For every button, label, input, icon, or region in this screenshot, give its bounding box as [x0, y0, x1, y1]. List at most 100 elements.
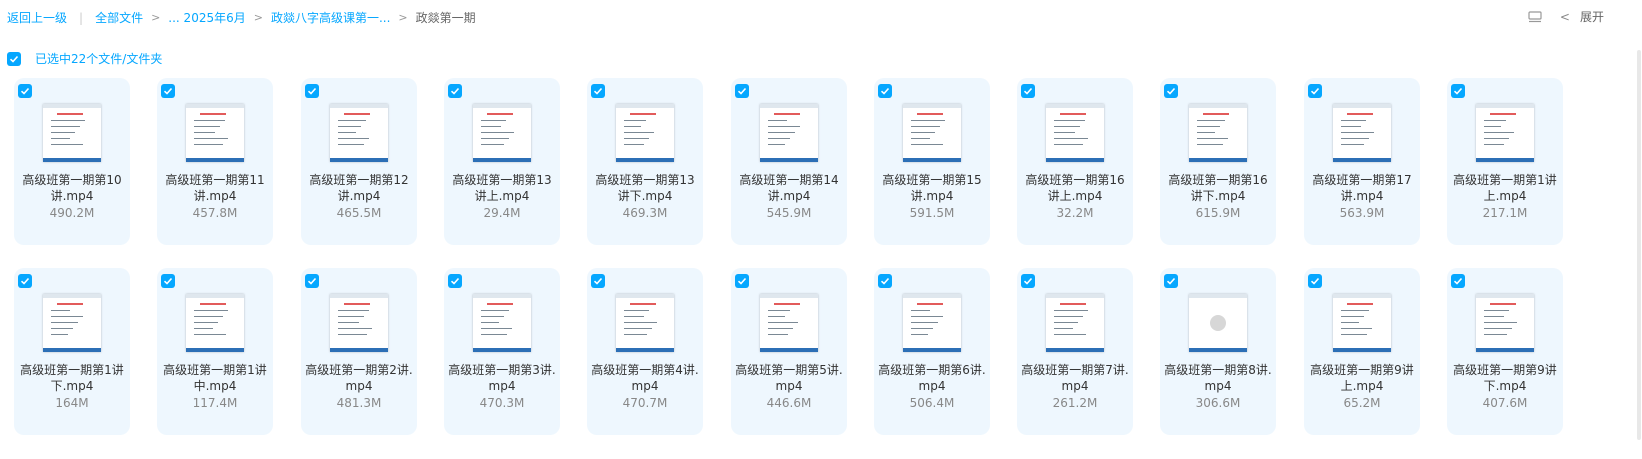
chevron-left-icon[interactable]: <: [1560, 10, 1570, 24]
file-card[interactable]: 高级班第一期第3讲.mp4 470.3M: [444, 268, 560, 435]
check-icon: [163, 87, 173, 95]
file-card[interactable]: 高级班第一期第4讲.mp4 470.7M: [587, 268, 703, 435]
file-size: 545.9M: [766, 206, 812, 220]
video-thumbnail[interactable]: [43, 104, 101, 162]
file-size: 446.6M: [766, 396, 812, 410]
video-thumbnail[interactable]: [1046, 104, 1104, 162]
top-bar: 返回上一级 | 全部文件 > ... 2025年6月 > 政燚八字高级课第一..…: [0, 0, 1642, 36]
file-checkbox[interactable]: [18, 84, 32, 98]
file-name: 高级班第一期第16讲下.mp4: [1168, 173, 1268, 203]
file-card[interactable]: 高级班第一期第13讲下.mp4 469.3M: [587, 78, 703, 245]
video-thumbnail[interactable]: [903, 104, 961, 162]
file-card[interactable]: 高级班第一期第5讲.mp4 446.6M: [731, 268, 847, 435]
video-thumbnail[interactable]: [1333, 294, 1391, 352]
check-icon: [880, 87, 890, 95]
file-card[interactable]: 高级班第一期第13讲上.mp4 29.4M: [444, 78, 560, 245]
file-checkbox[interactable]: [878, 84, 892, 98]
video-thumbnail[interactable]: [616, 104, 674, 162]
file-checkbox[interactable]: [161, 84, 175, 98]
file-card[interactable]: 高级班第一期第2讲.mp4 481.3M: [301, 268, 417, 435]
expand-button[interactable]: 展开: [1580, 8, 1604, 25]
video-thumbnail[interactable]: [616, 294, 674, 352]
back-link[interactable]: 返回上一级: [7, 9, 67, 26]
video-thumbnail[interactable]: [43, 294, 101, 352]
breadcrumb-separator-icon: >: [398, 11, 408, 24]
video-thumbnail[interactable]: [1189, 294, 1247, 352]
video-thumbnail[interactable]: [1476, 294, 1534, 352]
file-card[interactable]: 高级班第一期第9讲下.mp4 407.6M: [1447, 268, 1563, 435]
file-checkbox[interactable]: [305, 84, 319, 98]
file-checkbox[interactable]: [18, 274, 32, 288]
file-card[interactable]: 高级班第一期第14讲.mp4 545.9M: [731, 78, 847, 245]
file-card[interactable]: 高级班第一期第1讲上.mp4 217.1M: [1447, 78, 1563, 245]
video-thumbnail[interactable]: [1189, 104, 1247, 162]
video-thumbnail[interactable]: [1333, 104, 1391, 162]
file-name: 高级班第一期第5讲.mp4: [735, 363, 843, 393]
check-icon: [163, 277, 173, 285]
file-card[interactable]: 高级班第一期第9讲上.mp4 65.2M: [1304, 268, 1420, 435]
file-card[interactable]: 高级班第一期第8讲.mp4 306.6M: [1160, 268, 1276, 435]
file-checkbox[interactable]: [1308, 84, 1322, 98]
file-card[interactable]: 高级班第一期第15讲.mp4 591.5M: [874, 78, 990, 245]
file-card[interactable]: 高级班第一期第7讲.mp4 261.2M: [1017, 268, 1133, 435]
video-thumbnail[interactable]: [1046, 294, 1104, 352]
file-name: 高级班第一期第12讲.mp4: [309, 173, 409, 203]
video-thumbnail[interactable]: [330, 104, 388, 162]
file-name: 高级班第一期第7讲.mp4: [1021, 363, 1129, 393]
video-thumbnail[interactable]: [186, 104, 244, 162]
video-thumbnail[interactable]: [473, 294, 531, 352]
file-checkbox[interactable]: [1451, 84, 1465, 98]
video-thumbnail[interactable]: [1476, 104, 1534, 162]
file-name: 高级班第一期第3讲.mp4: [448, 363, 556, 393]
file-name: 高级班第一期第14讲.mp4: [739, 173, 839, 203]
video-thumbnail[interactable]: [903, 294, 961, 352]
breadcrumb-ellipsis[interactable]: ... 2025年6月: [168, 9, 245, 26]
file-size: 306.6M: [1195, 396, 1241, 410]
file-checkbox[interactable]: [1308, 274, 1322, 288]
file-card[interactable]: 高级班第一期第17讲.mp4 563.9M: [1304, 78, 1420, 245]
file-card[interactable]: 高级班第一期第12讲.mp4 465.5M: [301, 78, 417, 245]
file-checkbox[interactable]: [878, 274, 892, 288]
video-thumbnail[interactable]: [330, 294, 388, 352]
video-thumbnail[interactable]: [186, 294, 244, 352]
file-name: 高级班第一期第9讲下.mp4: [1453, 363, 1557, 393]
check-icon: [20, 87, 30, 95]
file-card[interactable]: 高级班第一期第11讲.mp4 457.8M: [157, 78, 273, 245]
file-card[interactable]: 高级班第一期第10讲.mp4 490.2M: [14, 78, 130, 245]
scrollbar[interactable]: [1636, 50, 1642, 440]
list-view-icon[interactable]: [1528, 10, 1542, 24]
breadcrumb-folder[interactable]: 政燚八字高级课第一...: [271, 9, 390, 26]
select-all-checkbox[interactable]: [7, 51, 21, 66]
video-thumbnail[interactable]: [473, 104, 531, 162]
file-card[interactable]: 高级班第一期第16讲上.mp4 32.2M: [1017, 78, 1133, 245]
file-checkbox[interactable]: [591, 274, 605, 288]
video-thumbnail[interactable]: [760, 104, 818, 162]
file-card[interactable]: 高级班第一期第1讲中.mp4 117.4M: [157, 268, 273, 435]
file-name: 高级班第一期第6讲.mp4: [878, 363, 986, 393]
view-controls: < 展开: [1528, 8, 1604, 25]
file-checkbox[interactable]: [735, 84, 749, 98]
file-checkbox[interactable]: [161, 274, 175, 288]
file-checkbox[interactable]: [448, 274, 462, 288]
file-card[interactable]: 高级班第一期第6讲.mp4 506.4M: [874, 268, 990, 435]
file-checkbox[interactable]: [1021, 274, 1035, 288]
file-card[interactable]: 高级班第一期第16讲下.mp4 615.9M: [1160, 78, 1276, 245]
file-size: 457.8M: [192, 206, 238, 220]
file-checkbox[interactable]: [591, 84, 605, 98]
file-checkbox[interactable]: [1021, 84, 1035, 98]
file-checkbox[interactable]: [1164, 84, 1178, 98]
check-icon: [1310, 87, 1320, 95]
file-size: 29.4M: [483, 206, 521, 220]
file-size: 117.4M: [192, 396, 238, 410]
file-card[interactable]: 高级班第一期第1讲下.mp4 164M: [14, 268, 130, 435]
check-icon: [880, 277, 890, 285]
video-thumbnail[interactable]: [760, 294, 818, 352]
file-checkbox[interactable]: [1451, 274, 1465, 288]
file-checkbox[interactable]: [1164, 274, 1178, 288]
file-checkbox[interactable]: [448, 84, 462, 98]
breadcrumb-root[interactable]: 全部文件: [95, 9, 143, 26]
file-size: 563.9M: [1339, 206, 1385, 220]
file-name: 高级班第一期第4讲.mp4: [591, 363, 699, 393]
file-checkbox[interactable]: [305, 274, 319, 288]
file-checkbox[interactable]: [735, 274, 749, 288]
